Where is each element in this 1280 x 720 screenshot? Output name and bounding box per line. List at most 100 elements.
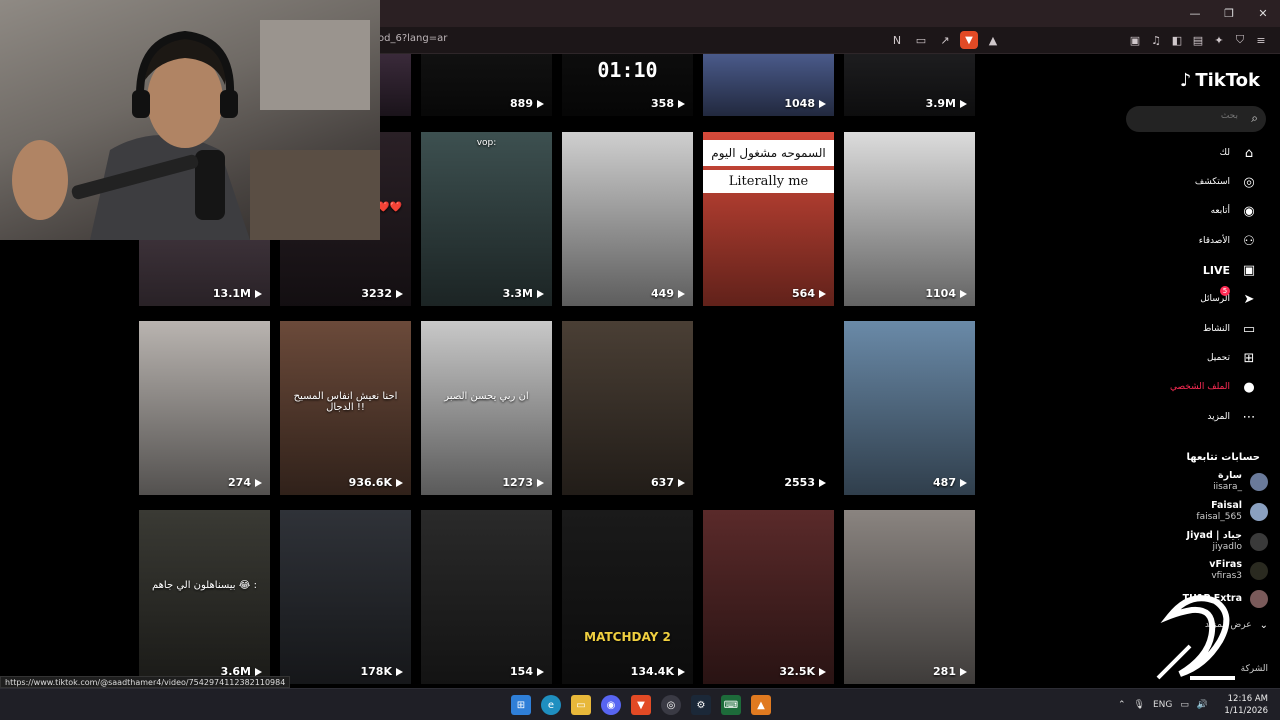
- video-card[interactable]: بيسناهلون الي جاهم 😂 :3.6M: [139, 510, 270, 684]
- nav-item-activity[interactable]: النشاط ▭: [1203, 318, 1258, 340]
- messages-badge: 5: [1220, 286, 1230, 296]
- nav-item-friends[interactable]: الأصدقاء ⚇: [1199, 230, 1258, 252]
- volume-icon[interactable]: 🔊: [1197, 700, 1208, 710]
- status-url: https://www.tiktok.com/@saadthamer4/vide…: [0, 676, 291, 688]
- nav-item-for-you[interactable]: لك ⌂: [1220, 142, 1258, 164]
- following-account[interactable]: Faisal faisal_565: [1196, 500, 1268, 523]
- edge-icon[interactable]: e: [541, 695, 561, 715]
- following-account[interactable]: vFiras vfiras3: [1209, 559, 1268, 582]
- windows-start-icon[interactable]: ⊞: [511, 695, 531, 715]
- nav-label: أتابعه: [1210, 206, 1230, 216]
- reader-icon[interactable]: ▣: [1126, 31, 1144, 49]
- toolbar-icons: ▣ ♫ ◧ ▤ ✦ ⛉ ≡: [1126, 31, 1270, 49]
- nav-item-profile[interactable]: الملف الشخصي ●: [1170, 376, 1258, 398]
- more-icon: ⋯: [1242, 409, 1256, 425]
- brave-icon[interactable]: ▼: [631, 695, 651, 715]
- obs-icon[interactable]: ◎: [661, 695, 681, 715]
- brave-shield-icon[interactable]: ▼: [960, 31, 978, 49]
- video-card[interactable]: 637: [562, 321, 693, 495]
- video-thumbnail: [703, 321, 834, 495]
- video-card[interactable]: 154: [421, 510, 552, 684]
- video-card[interactable]: 1048: [703, 54, 834, 116]
- video-card[interactable]: 449: [562, 132, 693, 306]
- video-card[interactable]: 178K: [280, 510, 411, 684]
- video-card[interactable]: 487: [844, 321, 975, 495]
- microphone-icon[interactable]: 🎙: [1134, 700, 1145, 710]
- tiktok-logo[interactable]: ♪ TikTok: [1180, 70, 1260, 91]
- leo-icon[interactable]: ✦: [1210, 31, 1228, 49]
- language-indicator[interactable]: ENG: [1153, 700, 1172, 710]
- video-card[interactable]: vop: 3.3M: [421, 132, 552, 306]
- play-icon: [255, 289, 262, 298]
- restore-icon[interactable]: ❐: [1212, 0, 1246, 27]
- search-input[interactable]: [1138, 111, 1238, 121]
- video-card[interactable]: احنا نعيش انفاس المسيح الدجال !! 936.6K: [280, 321, 411, 495]
- vpn-icon[interactable]: ⛉: [1231, 31, 1249, 49]
- view-count-text: 13.1M: [212, 287, 251, 300]
- video-card[interactable]: ان ربي يحسن الصبر 1273: [421, 321, 552, 495]
- app-icon[interactable]: ▲: [751, 695, 771, 715]
- nav-item-explore[interactable]: استكشف ◎: [1195, 171, 1258, 193]
- account-handle: faisal_565: [1196, 512, 1242, 522]
- nav-item-messages[interactable]: الرسائل ➤ 5: [1200, 286, 1258, 310]
- view-count-text: 1048: [784, 97, 815, 110]
- play-icon: [396, 667, 403, 676]
- following-account[interactable]: Jiyad | جياد jiyadlo: [1187, 530, 1268, 553]
- play-icon: [396, 478, 403, 487]
- nav-item-following[interactable]: أتابعه ◉: [1211, 200, 1258, 222]
- account-handle: jiyadlo: [1212, 542, 1242, 552]
- video-card[interactable]: السموحه مشغول اليوم Literally me 564: [703, 132, 834, 306]
- steam-icon[interactable]: ⚙: [691, 695, 711, 715]
- following-account[interactable]: سارة iisara_: [1213, 470, 1268, 493]
- translate-icon[interactable]: N: [888, 31, 906, 49]
- wallet-icon[interactable]: ▤: [1189, 31, 1207, 49]
- video-card[interactable]: 3.9M: [844, 54, 975, 116]
- view-count-text: 564: [792, 287, 815, 300]
- nav-label: النشاط: [1202, 324, 1230, 334]
- media-icon[interactable]: ♫: [1147, 31, 1165, 49]
- tray-expand-icon[interactable]: ⌃: [1118, 700, 1126, 710]
- play-icon: [537, 478, 544, 487]
- video-card[interactable]: 2553: [703, 321, 834, 495]
- nav-item-live[interactable]: LIVE ▣: [1203, 259, 1258, 281]
- video-card[interactable]: 889: [421, 54, 552, 116]
- clock[interactable]: 12:16 AM 1/11/2026: [1224, 693, 1268, 717]
- video-thumbnail: [844, 132, 975, 306]
- video-thumbnail: [421, 510, 552, 684]
- close-icon[interactable]: ✕: [1246, 0, 1280, 27]
- view-count-text: 1104: [925, 287, 956, 300]
- account-handle: vfiras3: [1211, 571, 1242, 581]
- video-card[interactable]: 01:10 358: [562, 54, 693, 116]
- tiktok-note-icon: ♪: [1179, 70, 1192, 91]
- video-card[interactable]: 281: [844, 510, 975, 684]
- search-box[interactable]: ⌕: [1126, 106, 1266, 132]
- live-icon: ▣: [1242, 262, 1256, 278]
- menu-icon[interactable]: ≡: [1252, 31, 1270, 49]
- minimize-icon[interactable]: —: [1178, 0, 1212, 27]
- cast-icon[interactable]: ▭: [912, 31, 930, 49]
- view-count: 1273: [502, 476, 544, 489]
- view-count: 3.3M: [503, 287, 544, 300]
- url-text[interactable]: od_6?lang=ar: [378, 33, 447, 44]
- discord-icon[interactable]: ◉: [601, 695, 621, 715]
- video-card[interactable]: 32.5K: [703, 510, 834, 684]
- video-card[interactable]: 274: [139, 321, 270, 495]
- terminal-icon[interactable]: ⌨: [721, 695, 741, 715]
- view-count: 281: [933, 665, 967, 678]
- file-explorer-icon[interactable]: ▭: [571, 695, 591, 715]
- sidebar-icon[interactable]: ◧: [1168, 31, 1186, 49]
- video-thumbnail: [421, 132, 552, 306]
- video-card[interactable]: 1104: [844, 132, 975, 306]
- rewards-icon[interactable]: ▲: [984, 31, 1002, 49]
- search-icon[interactable]: ⌕: [1251, 111, 1258, 126]
- view-count: 3.9M: [926, 97, 967, 110]
- address-bar-icons: N ▭ ↗ ▼ ▲: [888, 31, 1002, 49]
- video-card[interactable]: MATCHDAY 2 134.4K: [562, 510, 693, 684]
- share-icon[interactable]: ↗: [936, 31, 954, 49]
- network-icon[interactable]: ▭: [1180, 700, 1189, 710]
- company-link[interactable]: الشركة: [1241, 664, 1268, 675]
- view-count: 2553: [784, 476, 826, 489]
- nav-item-more[interactable]: المزيد ⋯: [1207, 406, 1258, 428]
- nav-item-upload[interactable]: تحميل ⊞: [1207, 347, 1258, 369]
- channel-logo: [1156, 595, 1235, 680]
